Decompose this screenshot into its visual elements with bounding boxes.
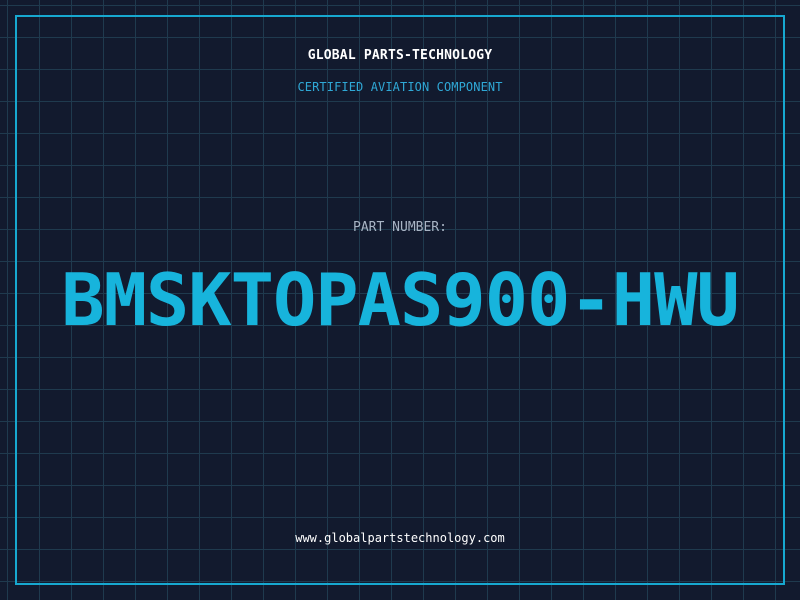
part-number-value: BMSKTOPAS900-HWU bbox=[61, 258, 740, 342]
certification-tagline: CERTIFIED AVIATION COMPONENT bbox=[297, 80, 503, 94]
part-label-card: GLOBAL PARTS-TECHNOLOGY CERTIFIED AVIATI… bbox=[0, 0, 800, 600]
part-number-label: PART NUMBER: bbox=[353, 220, 447, 235]
website-url: www.globalpartstechnology.com bbox=[295, 531, 505, 545]
company-name: GLOBAL PARTS-TECHNOLOGY bbox=[307, 48, 493, 63]
